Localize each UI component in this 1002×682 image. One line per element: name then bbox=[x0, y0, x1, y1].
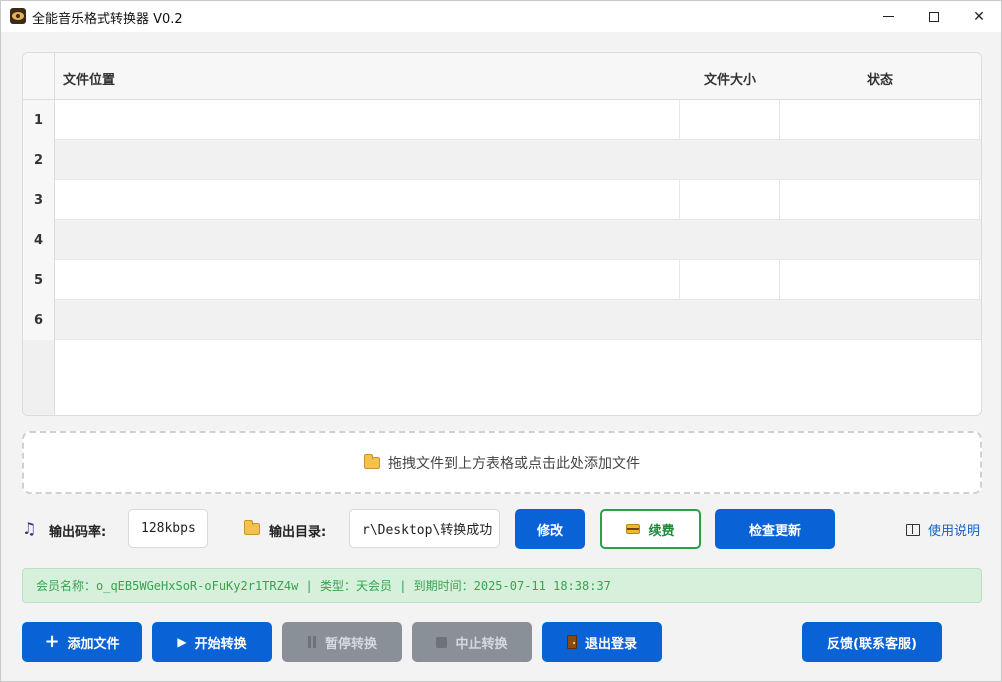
minimize-button[interactable] bbox=[865, 1, 911, 32]
bitrate-label: 输出码率: bbox=[49, 525, 107, 540]
row-number: 4 bbox=[23, 220, 55, 260]
play-icon: ▶ bbox=[177, 635, 187, 649]
row-number: 5 bbox=[23, 260, 55, 300]
table-row[interactable]: 2 bbox=[23, 140, 981, 180]
stop-icon bbox=[436, 636, 448, 648]
start-convert-button[interactable]: ▶ 开始转换 bbox=[152, 622, 272, 662]
table-row[interactable]: 4 bbox=[23, 220, 981, 260]
renew-button-label: 续费 bbox=[648, 523, 675, 539]
add-file-button[interactable]: + 添加文件 bbox=[22, 622, 142, 662]
cell-location[interactable] bbox=[55, 300, 680, 340]
renew-button[interactable]: 续费 bbox=[600, 509, 701, 549]
close-button[interactable]: ✕ bbox=[956, 1, 1002, 32]
table-row[interactable]: 3 bbox=[23, 180, 981, 220]
cell-size[interactable] bbox=[680, 140, 780, 180]
app-window: 全能音乐格式转换器 V0.2 ✕ 文件位置 文件大小 状态 1 2 3 4 5 … bbox=[0, 0, 1002, 682]
cell-status[interactable] bbox=[780, 180, 980, 220]
add-file-label: 添加文件 bbox=[67, 636, 120, 652]
manual-link[interactable]: 使用说明 bbox=[906, 520, 980, 539]
modify-button[interactable]: 修改 bbox=[515, 509, 585, 549]
cell-size[interactable] bbox=[680, 180, 780, 220]
cell-status[interactable] bbox=[780, 260, 980, 300]
cell-location[interactable] bbox=[55, 180, 680, 220]
row-number: 6 bbox=[23, 300, 55, 340]
check-update-button[interactable]: 检查更新 bbox=[715, 509, 835, 549]
check-update-label: 检查更新 bbox=[748, 523, 801, 539]
column-header-status[interactable]: 状态 bbox=[867, 69, 893, 88]
column-header-size[interactable]: 文件大小 bbox=[704, 69, 756, 88]
cell-size[interactable] bbox=[680, 260, 780, 300]
plus-icon: + bbox=[44, 631, 60, 652]
cell-location[interactable] bbox=[55, 140, 680, 180]
cell-status[interactable] bbox=[780, 220, 980, 260]
cell-size[interactable] bbox=[680, 100, 780, 140]
table-row[interactable]: 1 bbox=[23, 100, 981, 140]
table-corner[interactable] bbox=[23, 53, 55, 100]
row-number: 2 bbox=[23, 140, 55, 180]
column-header-location[interactable]: 文件位置 bbox=[63, 69, 115, 88]
stop-convert-button[interactable]: 中止转换 bbox=[412, 622, 532, 662]
feedback-label: 反馈(联系客服) bbox=[827, 636, 917, 652]
logout-label: 退出登录 bbox=[584, 636, 637, 652]
music-note-icon: ♫ bbox=[22, 519, 37, 538]
manual-label: 使用说明 bbox=[928, 524, 981, 539]
output-dir-field[interactable]: r\Desktop\转换成功 bbox=[349, 509, 500, 548]
title-bar: 全能音乐格式转换器 V0.2 ✕ bbox=[1, 1, 1001, 32]
row-number: 3 bbox=[23, 180, 55, 220]
pause-icon bbox=[307, 636, 317, 648]
stop-convert-label: 中止转换 bbox=[455, 636, 508, 652]
member-info-bar: 会员名称：o_qEB5WGeHxSoR-oFuKy2r1TRZ4w | 类型：天… bbox=[22, 568, 982, 603]
file-table[interactable]: 文件位置 文件大小 状态 1 2 3 4 5 6 bbox=[22, 52, 982, 416]
output-dir-label: 输出目录: bbox=[269, 525, 327, 540]
start-convert-label: 开始转换 bbox=[194, 636, 247, 652]
feedback-button[interactable]: 反馈(联系客服) bbox=[802, 622, 942, 662]
credit-card-icon bbox=[626, 524, 641, 534]
table-row[interactable]: 6 bbox=[23, 300, 981, 340]
cell-location[interactable] bbox=[55, 260, 680, 300]
table-row[interactable]: 5 bbox=[23, 260, 981, 300]
maximize-button[interactable] bbox=[911, 1, 957, 32]
table-header: 文件位置 文件大小 状态 bbox=[23, 53, 981, 100]
window-title: 全能音乐格式转换器 V0.2 bbox=[32, 12, 183, 27]
pause-convert-button[interactable]: 暂停转换 bbox=[282, 622, 402, 662]
bitrate-select[interactable]: 128kbps bbox=[128, 509, 208, 548]
member-info-text: 会员名称：o_qEB5WGeHxSoR-oFuKy2r1TRZ4w | 类型：天… bbox=[36, 579, 611, 593]
minimize-icon bbox=[882, 16, 894, 17]
row-number: 1 bbox=[23, 100, 55, 140]
logout-button[interactable]: 退出登录 bbox=[542, 622, 662, 662]
cell-size[interactable] bbox=[680, 220, 780, 260]
output-folder-icon bbox=[244, 520, 260, 535]
cell-size[interactable] bbox=[680, 300, 780, 340]
modify-button-label: 修改 bbox=[536, 523, 563, 539]
cell-location[interactable] bbox=[55, 100, 680, 140]
book-icon bbox=[906, 523, 920, 536]
cell-status[interactable] bbox=[780, 300, 980, 340]
file-drop-zone[interactable]: 拖拽文件到上方表格或点击此处添加文件 bbox=[22, 431, 982, 494]
drop-zone-label: 拖拽文件到上方表格或点击此处添加文件 bbox=[388, 455, 640, 472]
pause-convert-label: 暂停转换 bbox=[324, 636, 377, 652]
door-icon bbox=[566, 635, 577, 649]
maximize-icon bbox=[929, 11, 939, 22]
app-logo-icon bbox=[10, 8, 26, 24]
folder-icon bbox=[364, 453, 380, 469]
cell-status[interactable] bbox=[780, 100, 980, 140]
cell-location[interactable] bbox=[55, 220, 680, 260]
close-icon: ✕ bbox=[973, 8, 985, 25]
cell-status[interactable] bbox=[780, 140, 980, 180]
